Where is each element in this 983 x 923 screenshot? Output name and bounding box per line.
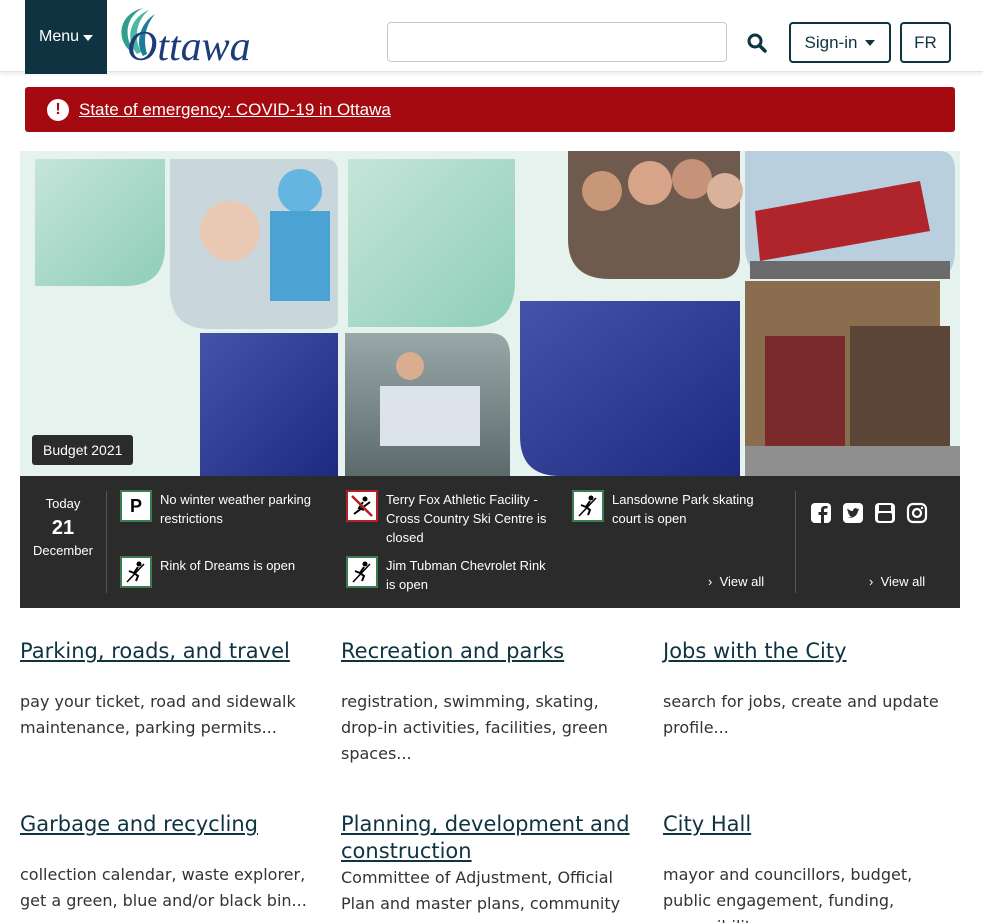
today-month: December xyxy=(33,543,93,559)
menu-label: Menu xyxy=(38,28,80,45)
search-icon[interactable] xyxy=(746,32,768,54)
budget-badge[interactable]: Budget 2021 xyxy=(32,435,134,465)
search-input[interactable] xyxy=(387,22,727,62)
category-description: Committee of Adjustment, Official Plan a… xyxy=(341,868,621,913)
category-card: City Hall mayor and councillors, budget,… xyxy=(663,811,963,923)
status-item[interactable]: P No winter weather parking restrictions xyxy=(120,490,330,528)
skater-icon xyxy=(120,556,152,588)
caret-down-icon xyxy=(83,35,94,41)
site-header: Menu Ottawa Sign-in FR xyxy=(0,0,983,74)
category-title-link[interactable]: City Hall xyxy=(663,812,751,836)
skier-closed-icon xyxy=(346,490,378,522)
today-label: Today xyxy=(45,496,81,511)
chevron-right-icon: › xyxy=(708,574,720,589)
status-item-text: Jim Tubman Chevrolet Rink is open xyxy=(386,558,546,592)
category-title-link[interactable]: Jobs with the City xyxy=(663,639,847,663)
status-item[interactable]: Terry Fox Athletic Facility - Cross Coun… xyxy=(346,490,556,547)
today-date: Today 21 December xyxy=(20,496,106,560)
youtube-icon[interactable] xyxy=(874,502,896,524)
menu-button[interactable]: Menu xyxy=(25,0,107,74)
status-strip: Today 21 December P No winter weather pa… xyxy=(20,476,960,608)
skater-icon xyxy=(572,490,604,522)
language-toggle-button[interactable]: FR xyxy=(900,22,951,63)
category-card: Jobs with the City search for jobs, crea… xyxy=(663,638,963,741)
status-item-text: No winter weather parking restrictions xyxy=(160,492,312,526)
category-card: Recreation and parks registration, swimm… xyxy=(341,638,641,767)
hero-banner[interactable]: Budget 2021 xyxy=(20,151,960,476)
signin-button[interactable]: Sign-in xyxy=(789,22,891,63)
social-links xyxy=(810,502,928,524)
category-card: Parking, roads, and travel pay your tick… xyxy=(20,638,320,741)
status-item[interactable]: Jim Tubman Chevrolet Rink is open xyxy=(346,556,556,594)
category-card: Planning, development and construction C… xyxy=(341,811,641,917)
divider xyxy=(106,491,107,593)
category-card: Garbage and recycling collection calenda… xyxy=(20,811,320,914)
category-title-link[interactable]: Planning, development and construction xyxy=(341,812,630,863)
instagram-icon[interactable] xyxy=(906,502,928,524)
caret-down-icon xyxy=(865,39,876,46)
status-item[interactable]: Lansdowne Park skating court is open xyxy=(572,490,782,528)
status-item-text: Terry Fox Athletic Facility - Cross Coun… xyxy=(386,492,547,545)
ottawa-logo[interactable]: Ottawa xyxy=(113,4,253,66)
status-item[interactable]: Rink of Dreams is open xyxy=(120,556,330,588)
category-title-link[interactable]: Garbage and recycling xyxy=(20,812,258,836)
category-title-link[interactable]: Recreation and parks xyxy=(341,639,564,663)
facebook-icon[interactable] xyxy=(810,502,832,524)
svg-text:Ottawa: Ottawa xyxy=(127,24,251,66)
view-all-link[interactable]: › View all xyxy=(869,574,925,589)
status-item-text: Rink of Dreams is open xyxy=(160,558,296,573)
parking-icon: P xyxy=(120,490,152,522)
category-description: collection calendar, waste explorer, get… xyxy=(20,865,307,910)
exclamation-icon: ! xyxy=(47,98,69,121)
category-description: search for jobs, create and update profi… xyxy=(663,692,939,737)
view-all-link[interactable]: › View all xyxy=(708,574,764,589)
emergency-alert: ! State of emergency: COVID-19 in Ottawa xyxy=(25,87,955,132)
category-description: registration, swimming, skating, drop-in… xyxy=(341,692,608,763)
chevron-right-icon: › xyxy=(869,574,881,589)
category-title-link[interactable]: Parking, roads, and travel xyxy=(20,639,290,663)
category-description: mayor and councillors, budget, public en… xyxy=(663,865,913,923)
hero-collage xyxy=(20,151,960,476)
twitter-icon[interactable] xyxy=(842,502,864,524)
category-description: pay your ticket, road and sidewalk maint… xyxy=(20,692,296,737)
status-item-text: Lansdowne Park skating court is open xyxy=(612,492,754,526)
alert-link[interactable]: State of emergency: COVID-19 in Ottawa xyxy=(79,100,391,120)
skater-icon xyxy=(346,556,378,588)
divider xyxy=(795,491,796,593)
today-day: 21 xyxy=(51,517,75,540)
signin-label: Sign-in xyxy=(804,32,858,52)
